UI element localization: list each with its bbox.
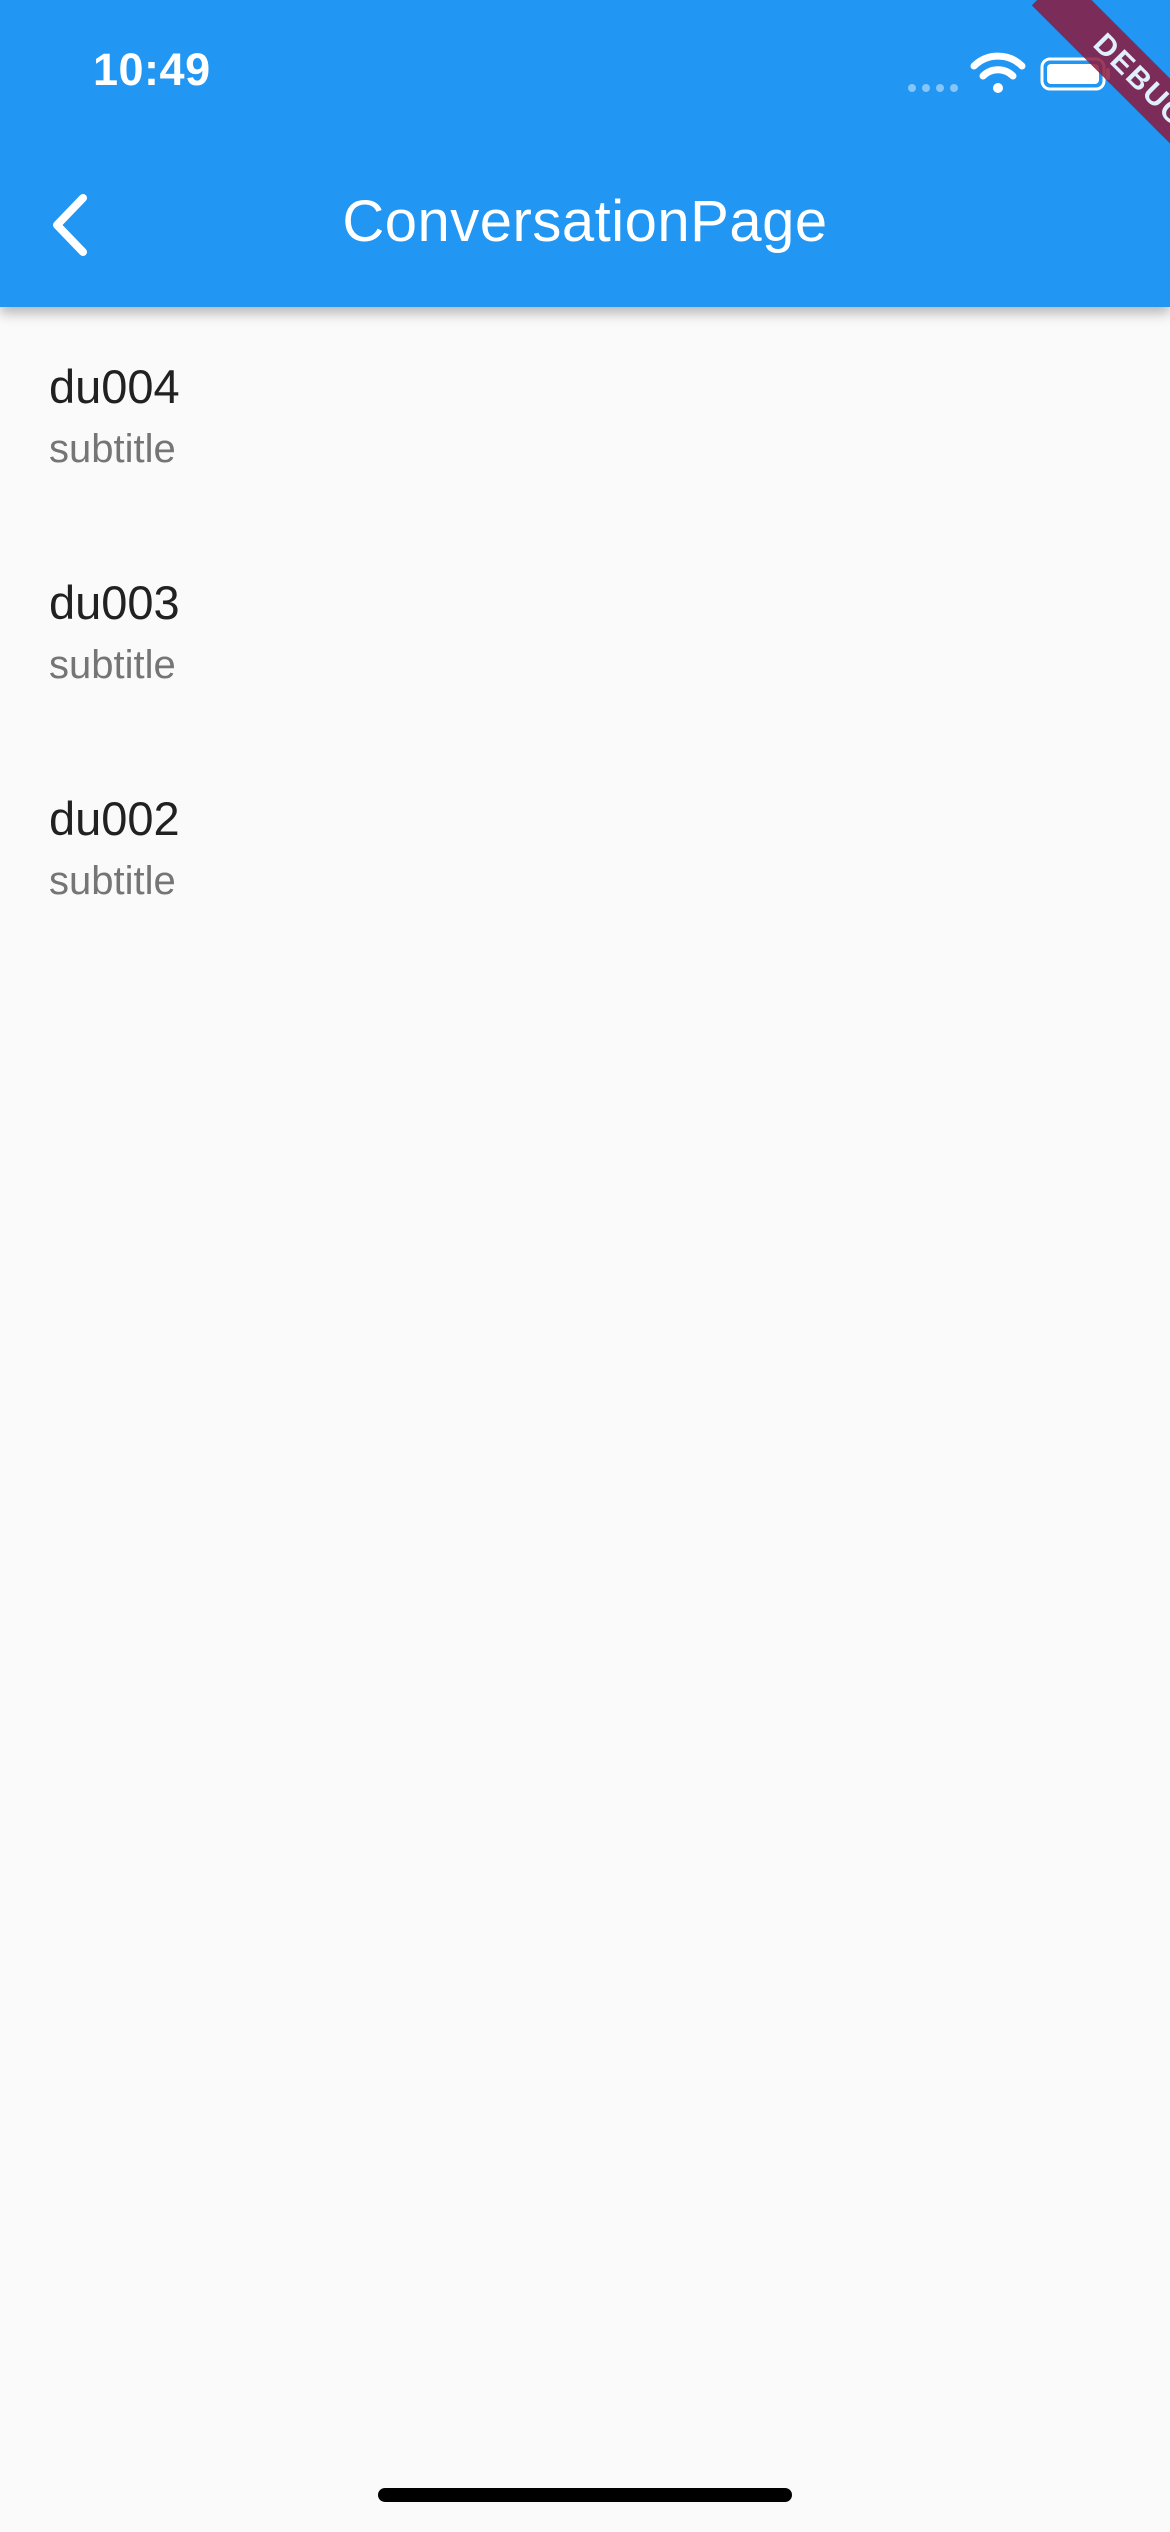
conversation-title: du002 <box>49 792 180 845</box>
page-title: ConversationPage <box>342 189 828 254</box>
conversation-subtitle: subtitle <box>49 427 176 471</box>
conversation-item[interactable]: du003 subtitle <box>0 523 1170 739</box>
conversation-title: du003 <box>49 576 180 629</box>
home-indicator[interactable] <box>378 2488 792 2502</box>
conversation-title: du004 <box>49 360 180 413</box>
cellular-signal-icon <box>908 84 958 92</box>
conversation-screen: 10:49 ConversationPage DEBUG du004 subti… <box>0 0 1170 2532</box>
debug-banner: DEBUG <box>990 0 1170 180</box>
conversation-list: du004 subtitle du003 subtitle du002 subt… <box>0 307 1170 955</box>
status-bar-time: 10:49 <box>93 44 211 95</box>
conversation-item[interactable]: du002 subtitle <box>0 739 1170 955</box>
conversation-subtitle: subtitle <box>49 643 176 687</box>
debug-banner-label: DEBUG <box>1031 0 1170 180</box>
conversation-subtitle: subtitle <box>49 859 176 903</box>
conversation-item[interactable]: du004 subtitle <box>0 307 1170 523</box>
